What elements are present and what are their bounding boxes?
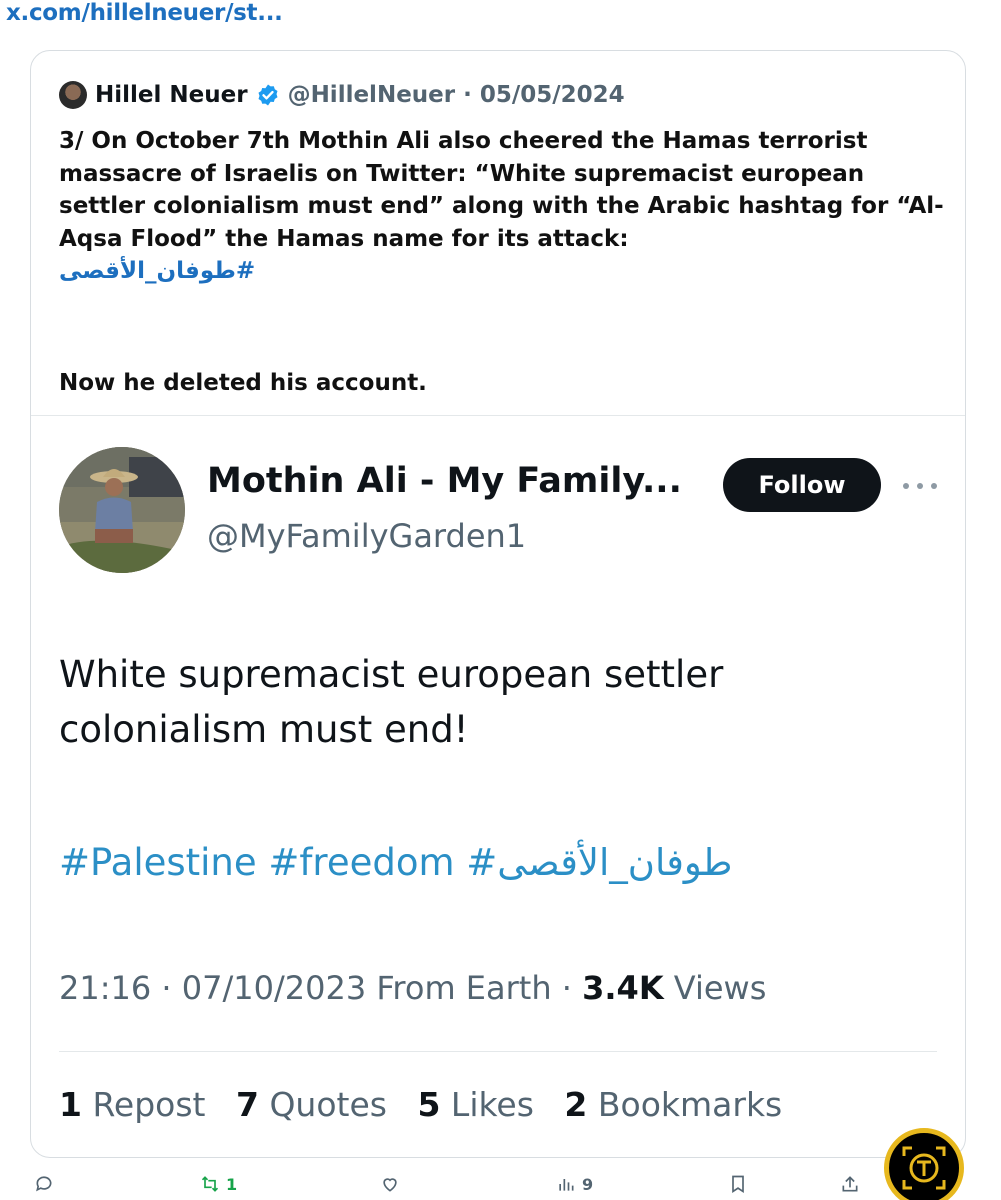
url-text[interactable]: x.com/hillelneuer/st...	[6, 0, 283, 34]
author-name[interactable]: Hillel Neuer	[95, 82, 248, 108]
reposts-count: 1	[59, 1085, 82, 1124]
repost-count: 1	[226, 1174, 238, 1194]
quote-header: Hillel Neuer @HillelNeuer · 05/05/2024	[59, 77, 625, 113]
follow-button[interactable]: Follow	[723, 458, 881, 512]
likes-stat[interactable]: 5 Likes	[417, 1085, 533, 1124]
views-count: 3.4K	[582, 969, 664, 1007]
user-handle[interactable]: @MyFamilyGarden1	[207, 517, 526, 555]
quote-tweet-card[interactable]: Hillel Neuer @HillelNeuer · 05/05/2024 3…	[30, 50, 966, 1158]
more-options-icon[interactable]	[903, 471, 937, 501]
tweet-body: White supremacist european settler colon…	[59, 653, 724, 751]
repost-icon	[201, 1176, 219, 1192]
verified-badge-icon	[258, 84, 278, 106]
timestamp-location[interactable]: 21:16 · 07/10/2023 From Earth ·	[59, 969, 582, 1007]
watermark-glyph	[902, 1146, 946, 1190]
action-bar: 1 9	[0, 1170, 1001, 1200]
bookmark-button[interactable]	[728, 1174, 748, 1194]
reply-icon	[36, 1176, 52, 1192]
reposts-label: Repost	[81, 1085, 206, 1124]
display-name[interactable]: Mothin Ali - My Family...	[207, 461, 682, 501]
bookmarks-count: 2	[564, 1085, 588, 1124]
quotes-label: Quotes	[258, 1085, 387, 1124]
divider	[59, 1051, 937, 1052]
profile-avatar[interactable]	[59, 447, 185, 573]
avatar[interactable]	[59, 81, 87, 109]
quotes-count: 7	[235, 1085, 259, 1124]
quote-text-block: 3/ On October 7th Mothin Ali also cheere…	[59, 125, 949, 396]
likes-label: Likes	[440, 1085, 534, 1124]
watermark-logo-icon	[884, 1128, 964, 1200]
share-button[interactable]	[840, 1174, 860, 1194]
reply-button[interactable]	[34, 1174, 54, 1194]
share-icon	[842, 1176, 858, 1192]
divider	[31, 415, 965, 416]
bar-chart-icon	[559, 1179, 574, 1191]
dot	[931, 483, 937, 489]
tweet-hashtags[interactable]: #Palestine #freedom #طوفان_الأقصى	[59, 841, 733, 884]
views-label: Views	[663, 969, 767, 1007]
likes-count: 5	[417, 1085, 441, 1124]
engagement-stats: 1 Repost 7 Quotes 5 Likes 2 Bookmarks	[59, 1085, 802, 1124]
quotes-stat[interactable]: 7 Quotes	[236, 1085, 387, 1124]
like-button[interactable]	[380, 1174, 400, 1194]
quote-body: 3/ On October 7th Mothin Ali also cheere…	[59, 128, 944, 252]
bookmarks-stat[interactable]: 2 Bookmarks	[564, 1085, 782, 1124]
views-button[interactable]: 9	[556, 1174, 593, 1194]
repost-button[interactable]: 1	[200, 1174, 237, 1194]
action-views-count: 9	[582, 1174, 594, 1194]
reposts-stat[interactable]: 1 Repost	[59, 1085, 205, 1124]
dot	[917, 483, 923, 489]
tweet-meta: 21:16 · 07/10/2023 From Earth · 3.4K Vie…	[59, 969, 766, 1007]
handle-date: @HillelNeuer · 05/05/2024	[287, 82, 625, 108]
quote-after-text: Now he deleted his account.	[59, 370, 427, 396]
arabic-hashtag-link[interactable]: #طوفان_الأقصى	[59, 255, 949, 288]
avatar-photo	[59, 447, 185, 573]
bookmark-icon	[732, 1175, 744, 1194]
bookmarks-label: Bookmarks	[587, 1085, 783, 1124]
heart-icon	[383, 1178, 397, 1192]
dot	[903, 483, 909, 489]
